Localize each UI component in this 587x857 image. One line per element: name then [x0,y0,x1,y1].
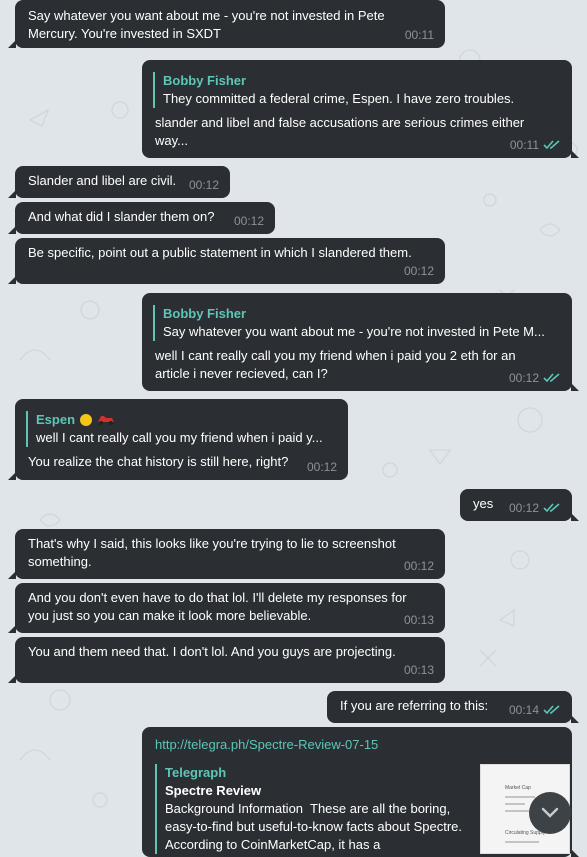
message-meta: 00:12 [307,458,337,476]
message-meta: 00:12 [509,369,561,387]
double-check-icon [543,503,560,513]
double-check-icon [543,705,560,715]
thumbnail-line [505,796,535,798]
double-check-icon [543,140,560,150]
incoming-message[interactable]: Be specific, point out a public statemen… [8,238,445,284]
race-car-emoji-icon [98,416,115,425]
message-text: And you don't even have to do that lol. … [28,590,411,623]
message-text: Say whatever you want about me - you're … [28,8,389,41]
message-meta: 00:13 [404,611,434,629]
incoming-message[interactable]: Espen well I cant really call you my fri… [8,399,348,480]
message-time: 00:13 [403,613,434,627]
message-time: 00:12 [188,178,219,192]
message-time: 00:11 [509,138,539,152]
incoming-message[interactable]: Say whatever you want about me - you're … [8,0,445,48]
message-text: That's why I said, this looks like you'r… [28,536,400,569]
message-text: And what did I slander them on? [28,209,215,224]
message-text: Be specific, point out a public statemen… [28,245,412,260]
incoming-message[interactable]: That's why I said, this looks like you'r… [8,529,445,579]
link-preview[interactable]: Telegraph Spectre Review Background Info… [155,764,570,854]
outgoing-message[interactable]: Bobby Fisher They committed a federal cr… [142,60,579,158]
incoming-message[interactable]: You and them need that. I don't lol. And… [8,637,445,683]
message-time: 00:12 [508,371,539,385]
outgoing-message[interactable]: Bobby Fisher Say whatever you want about… [142,293,579,391]
message-link[interactable]: http://telegra.ph/Spectre-Review-07-15 [155,736,560,754]
message-meta: 00:12 [509,499,561,517]
message-meta: 00:12 [189,176,219,194]
message-text: You realize the chat history is still he… [28,454,289,469]
thumbnail-line [505,810,529,812]
thumbnail-label: Market Cap [505,785,531,791]
reply-author: Bobby Fisher [163,306,247,321]
reply-author: Bobby Fisher [163,73,247,88]
reply-quote[interactable]: Espen well I cant really call you my fri… [26,411,338,447]
message-time: 00:13 [403,663,434,677]
message-time: 00:12 [233,214,264,228]
message-meta: 00:12 [234,212,264,230]
message-time: 00:12 [508,501,539,515]
message-time: 00:12 [403,559,434,573]
message-meta: 00:11 [510,136,561,154]
coin-emoji-icon [80,414,93,426]
message-meta: 00:12 [404,557,434,575]
message-time: 00:11 [404,28,434,42]
outgoing-message[interactable]: yes 00:12 [460,489,579,521]
reply-quote[interactable]: Bobby Fisher Say whatever you want about… [153,305,560,341]
reply-author-name: Espen [36,412,76,427]
incoming-message[interactable]: And what did I slander them on? 00:12 [8,202,275,234]
thumbnail-line [505,803,525,805]
outgoing-message[interactable]: If you are referring to this: 00:14 [327,691,579,723]
preview-description: Background Information These are all the… [165,801,469,852]
message-meta: 00:13 [404,661,434,679]
message-time: 00:12 [306,460,337,474]
reply-text: Say whatever you want about me - you're … [163,324,545,339]
reply-quote[interactable]: Bobby Fisher They committed a federal cr… [153,72,560,108]
message-text: slander and libel and false accusations … [155,115,528,148]
chevron-down-icon [541,807,559,818]
message-meta: 00:14 [509,701,561,719]
reply-author: Espen [36,411,338,429]
incoming-message[interactable]: Slander and libel are civil. 00:12 [8,166,230,198]
reply-text: They committed a federal crime, Espen. I… [163,91,515,106]
message-time: 00:14 [508,703,539,717]
message-text: You and them need that. I don't lol. And… [28,644,396,659]
scroll-to-bottom-button[interactable] [529,792,571,834]
incoming-message[interactable]: And you don't even have to do that lol. … [8,583,445,633]
message-text: well I cant really call you my friend wh… [155,348,520,381]
message-meta: 00:11 [405,26,434,44]
message-meta: 00:12 [404,262,434,280]
outgoing-link-message[interactable]: http://telegra.ph/Spectre-Review-07-15 T… [142,727,579,857]
double-check-icon [543,373,560,383]
reply-text: well I cant really call you my friend wh… [36,430,323,445]
thumbnail-line [505,841,539,843]
message-time: 00:12 [403,264,434,278]
